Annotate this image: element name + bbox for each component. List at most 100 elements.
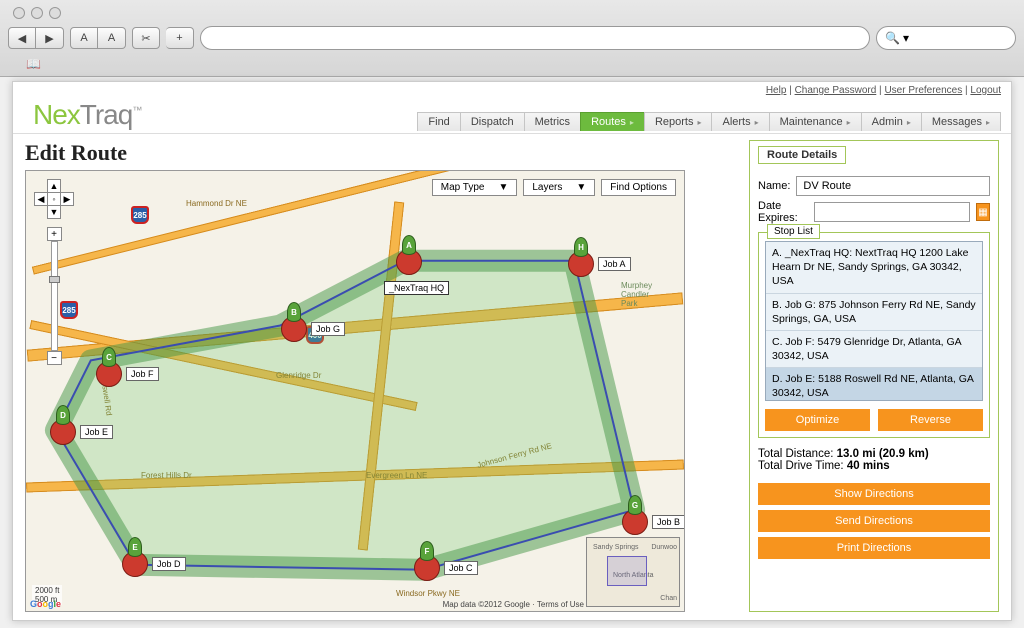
tab-label: Admin (872, 116, 903, 128)
stop-list-item[interactable]: A. _NexTraq HQ: NextTraq HQ 1200 Lake He… (766, 242, 982, 294)
tab-label: Alerts (722, 116, 750, 128)
calendar-icon[interactable]: ▦ (976, 203, 990, 221)
stop-pin-icon: A (402, 235, 416, 255)
map-stop-marker[interactable]: BJob G (281, 316, 311, 346)
tab-messages[interactable]: Messages ▸ (921, 112, 1001, 131)
close-window-icon[interactable] (13, 7, 25, 19)
tab-label: Reports (655, 116, 694, 128)
stop-list-title: Stop List (767, 224, 820, 239)
print-directions-button[interactable]: Print Directions (758, 537, 990, 559)
main-column: Edit Route Hammond Dr NE Roswell Rd Glen… (25, 140, 735, 612)
zoom-slider[interactable] (51, 241, 58, 351)
font-smaller-button[interactable]: A (70, 27, 98, 49)
add-tab-button[interactable]: + (166, 27, 194, 49)
send-directions-button[interactable]: Send Directions (758, 510, 990, 532)
minimap[interactable]: Sandy Springs Dunwoo North Atlanta Chan (586, 537, 680, 607)
tab-label: Messages (932, 116, 982, 128)
logout-link[interactable]: Logout (970, 85, 1001, 96)
pan-west-button[interactable]: ◀ (34, 192, 48, 206)
route-name-input[interactable] (796, 176, 990, 196)
page-title: Edit Route (25, 140, 735, 166)
logo-part2: Traq (80, 99, 133, 130)
stop-list-item[interactable]: C. Job F: 5479 Glenridge Dr, Atlanta, GA… (766, 331, 982, 368)
stop-label: Job A (598, 257, 631, 271)
show-directions-button[interactable]: Show Directions (758, 483, 990, 505)
layers-dropdown[interactable]: Layers▼ (523, 179, 595, 196)
stop-list-section: Stop List A. _NexTraq HQ: NextTraq HQ 12… (758, 232, 990, 438)
map-type-dropdown[interactable]: Map Type▼ (432, 179, 518, 196)
tab-label: Find (428, 116, 449, 128)
tab-admin[interactable]: Admin▸ (861, 112, 922, 131)
tab-maintenance[interactable]: Maintenance▸ (769, 112, 862, 131)
stop-pin-icon: C (102, 347, 116, 367)
stop-pin-icon: F (420, 541, 434, 561)
stop-label: Job C (444, 561, 478, 575)
forward-button[interactable]: ▶ (36, 27, 64, 49)
url-bar[interactable] (200, 26, 870, 50)
minimap-label: Sandy Springs (593, 544, 639, 551)
tab-find[interactable]: Find (417, 112, 460, 131)
map-stop-marker[interactable]: FJob C (414, 555, 444, 585)
map-stop-marker[interactable]: DJob E (50, 419, 80, 449)
zoom-in-button[interactable]: + (47, 227, 62, 241)
route-details-title: Route Details (758, 146, 846, 164)
pan-home-button[interactable]: ◦ (47, 192, 61, 206)
map-stop-marker[interactable]: EJob D (122, 551, 152, 581)
chevron-right-icon: ▸ (986, 118, 990, 127)
minimap-label: Chan (660, 595, 677, 602)
tab-routes[interactable]: Routes ▸ (580, 112, 645, 131)
reverse-button[interactable]: Reverse (878, 409, 983, 431)
map[interactable]: Hammond Dr NE Roswell Rd Glenridge Dr Jo… (25, 170, 685, 612)
find-options-button[interactable]: Find Options (601, 179, 676, 196)
minimize-window-icon[interactable] (31, 7, 43, 19)
stop-label: Job G (311, 322, 345, 336)
pan-south-button[interactable]: ▼ (47, 205, 61, 219)
tab-label: Dispatch (471, 116, 514, 128)
search-icon: 🔍 (885, 31, 900, 45)
back-button[interactable]: ◀ (8, 27, 36, 49)
stop-list-item[interactable]: D. Job E: 5188 Roswell Rd NE, Atlanta, G… (766, 368, 982, 401)
chevron-right-icon: ▸ (847, 118, 851, 127)
zoom-out-button[interactable]: − (47, 351, 62, 365)
font-larger-button[interactable]: A (98, 27, 126, 49)
pan-east-button[interactable]: ▶ (60, 192, 74, 206)
total-distance-value: 13.0 mi (20.9 km) (837, 448, 929, 460)
change-password-link[interactable]: Change Password (795, 85, 877, 96)
map-stop-marker[interactable]: A (396, 249, 426, 279)
total-time-label: Total Drive Time: (758, 460, 844, 472)
stop-label: Job F (126, 367, 159, 381)
pan-north-button[interactable]: ▲ (47, 179, 61, 193)
browser-search[interactable]: 🔍▾ (876, 26, 1016, 50)
browser-toolbar: ◀ ▶ A A ✂ + 🔍▾ (8, 22, 1016, 54)
chevron-down-icon: ▼ (576, 182, 586, 193)
date-expires-input[interactable] (814, 202, 970, 222)
tab-dispatch[interactable]: Dispatch (460, 112, 525, 131)
route-name-label: Name: (758, 180, 790, 192)
optimize-button[interactable]: Optimize (765, 409, 870, 431)
map-stop-marker[interactable]: HJob A (568, 251, 598, 281)
map-stop-marker[interactable]: CJob F (96, 361, 126, 391)
chevron-right-icon: ▸ (630, 118, 634, 127)
minimap-viewport[interactable] (607, 556, 647, 586)
map-zoom: + − (46, 227, 62, 365)
stop-list[interactable]: A. _NexTraq HQ: NextTraq HQ 1200 Lake He… (765, 241, 983, 401)
stop-label: Job E (80, 425, 113, 439)
total-time-value: 40 mins (847, 460, 890, 472)
map-type-label: Map Type (441, 182, 485, 193)
user-prefs-link[interactable]: User Preferences (884, 85, 962, 96)
tab-reports[interactable]: Reports▸ (644, 112, 713, 131)
content: Edit Route Hammond Dr NE Roswell Rd Glen… (13, 134, 1011, 618)
maximize-window-icon[interactable] (49, 7, 61, 19)
tab-alerts[interactable]: Alerts▸ (711, 112, 769, 131)
map-scale-ft: 2000 ft (35, 586, 59, 595)
help-link[interactable]: Help (766, 85, 787, 96)
reader-button[interactable]: ✂ (132, 27, 160, 49)
stop-label: Job D (152, 557, 186, 571)
tab-label: Routes (591, 116, 626, 128)
tab-metrics[interactable]: Metrics (524, 112, 581, 131)
stop-list-item[interactable]: B. Job G: 875 Johnson Ferry Rd NE, Sandy… (766, 294, 982, 331)
bookmarks-icon[interactable]: 📖 (26, 57, 41, 71)
zoom-thumb[interactable] (49, 276, 60, 283)
stop-pin-icon: D (56, 405, 70, 425)
map-stop-marker[interactable]: GJob B (622, 509, 652, 539)
